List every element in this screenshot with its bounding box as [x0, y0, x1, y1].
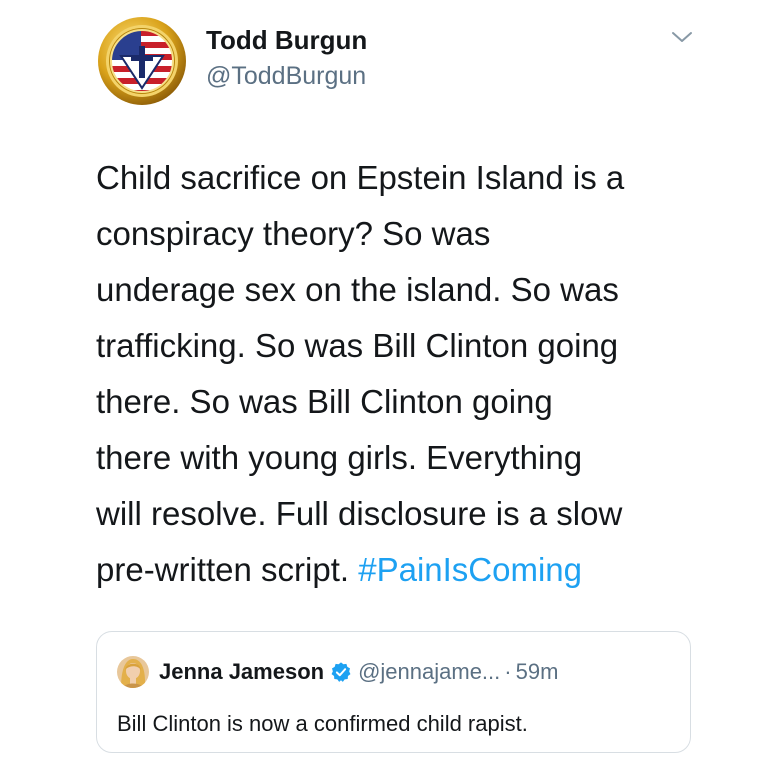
- tweet-text-line: will resolve. Full disclosure is a slow: [96, 495, 623, 532]
- tweet: Todd Burgun @ToddBurgun Child sacrifice …: [0, 0, 768, 768]
- tweet-text-line: there. So was Bill Clinton going: [96, 383, 553, 420]
- tweet-text-line: underage sex on the island. So was: [96, 271, 619, 308]
- author-display-name[interactable]: Todd Burgun: [206, 24, 367, 56]
- author-avatar[interactable]: [97, 16, 187, 106]
- quoted-author-name[interactable]: Jenna Jameson: [159, 659, 324, 685]
- verified-badge-icon: [330, 661, 352, 683]
- separator-dot: ·: [504, 659, 512, 684]
- quoted-tweet-header: Jenna Jameson @jennajame... · 59m: [117, 656, 558, 688]
- tweet-menu-button[interactable]: [670, 28, 694, 46]
- quoted-tweet-timestamp[interactable]: 59m: [516, 659, 559, 685]
- tweet-text-last-line: pre-written script. #PainIsComing: [96, 542, 716, 598]
- quoted-tweet-card[interactable]: Jenna Jameson @jennajame... · 59m Bill C…: [96, 631, 691, 753]
- quoted-author-avatar[interactable]: [117, 656, 149, 688]
- tweet-text-line: Child sacrifice on Epstein Island is a: [96, 159, 625, 196]
- author-info: Todd Burgun @ToddBurgun: [206, 24, 367, 92]
- hashtag-link[interactable]: #PainIsComing: [358, 551, 582, 588]
- tweet-text-line: pre-written script.: [96, 551, 359, 588]
- quoted-author-handle[interactable]: @jennajame...: [358, 659, 500, 685]
- tweet-body: Child sacrifice on Epstein Island is a c…: [96, 150, 716, 598]
- avatar-photo-icon: [117, 656, 149, 688]
- tweet-text-line: conspiracy theory? So was: [96, 215, 491, 252]
- quoted-tweet-text: Bill Clinton is now a confirmed child ra…: [117, 711, 528, 736]
- chevron-down-icon: [672, 32, 692, 42]
- tweet-text-line: trafficking. So was Bill Clinton going: [96, 327, 619, 364]
- tweet-text-line: there with young girls. Everything: [96, 439, 583, 476]
- flag-cross-emblem-avatar-icon: [98, 17, 186, 105]
- author-handle[interactable]: @ToddBurgun: [206, 60, 367, 92]
